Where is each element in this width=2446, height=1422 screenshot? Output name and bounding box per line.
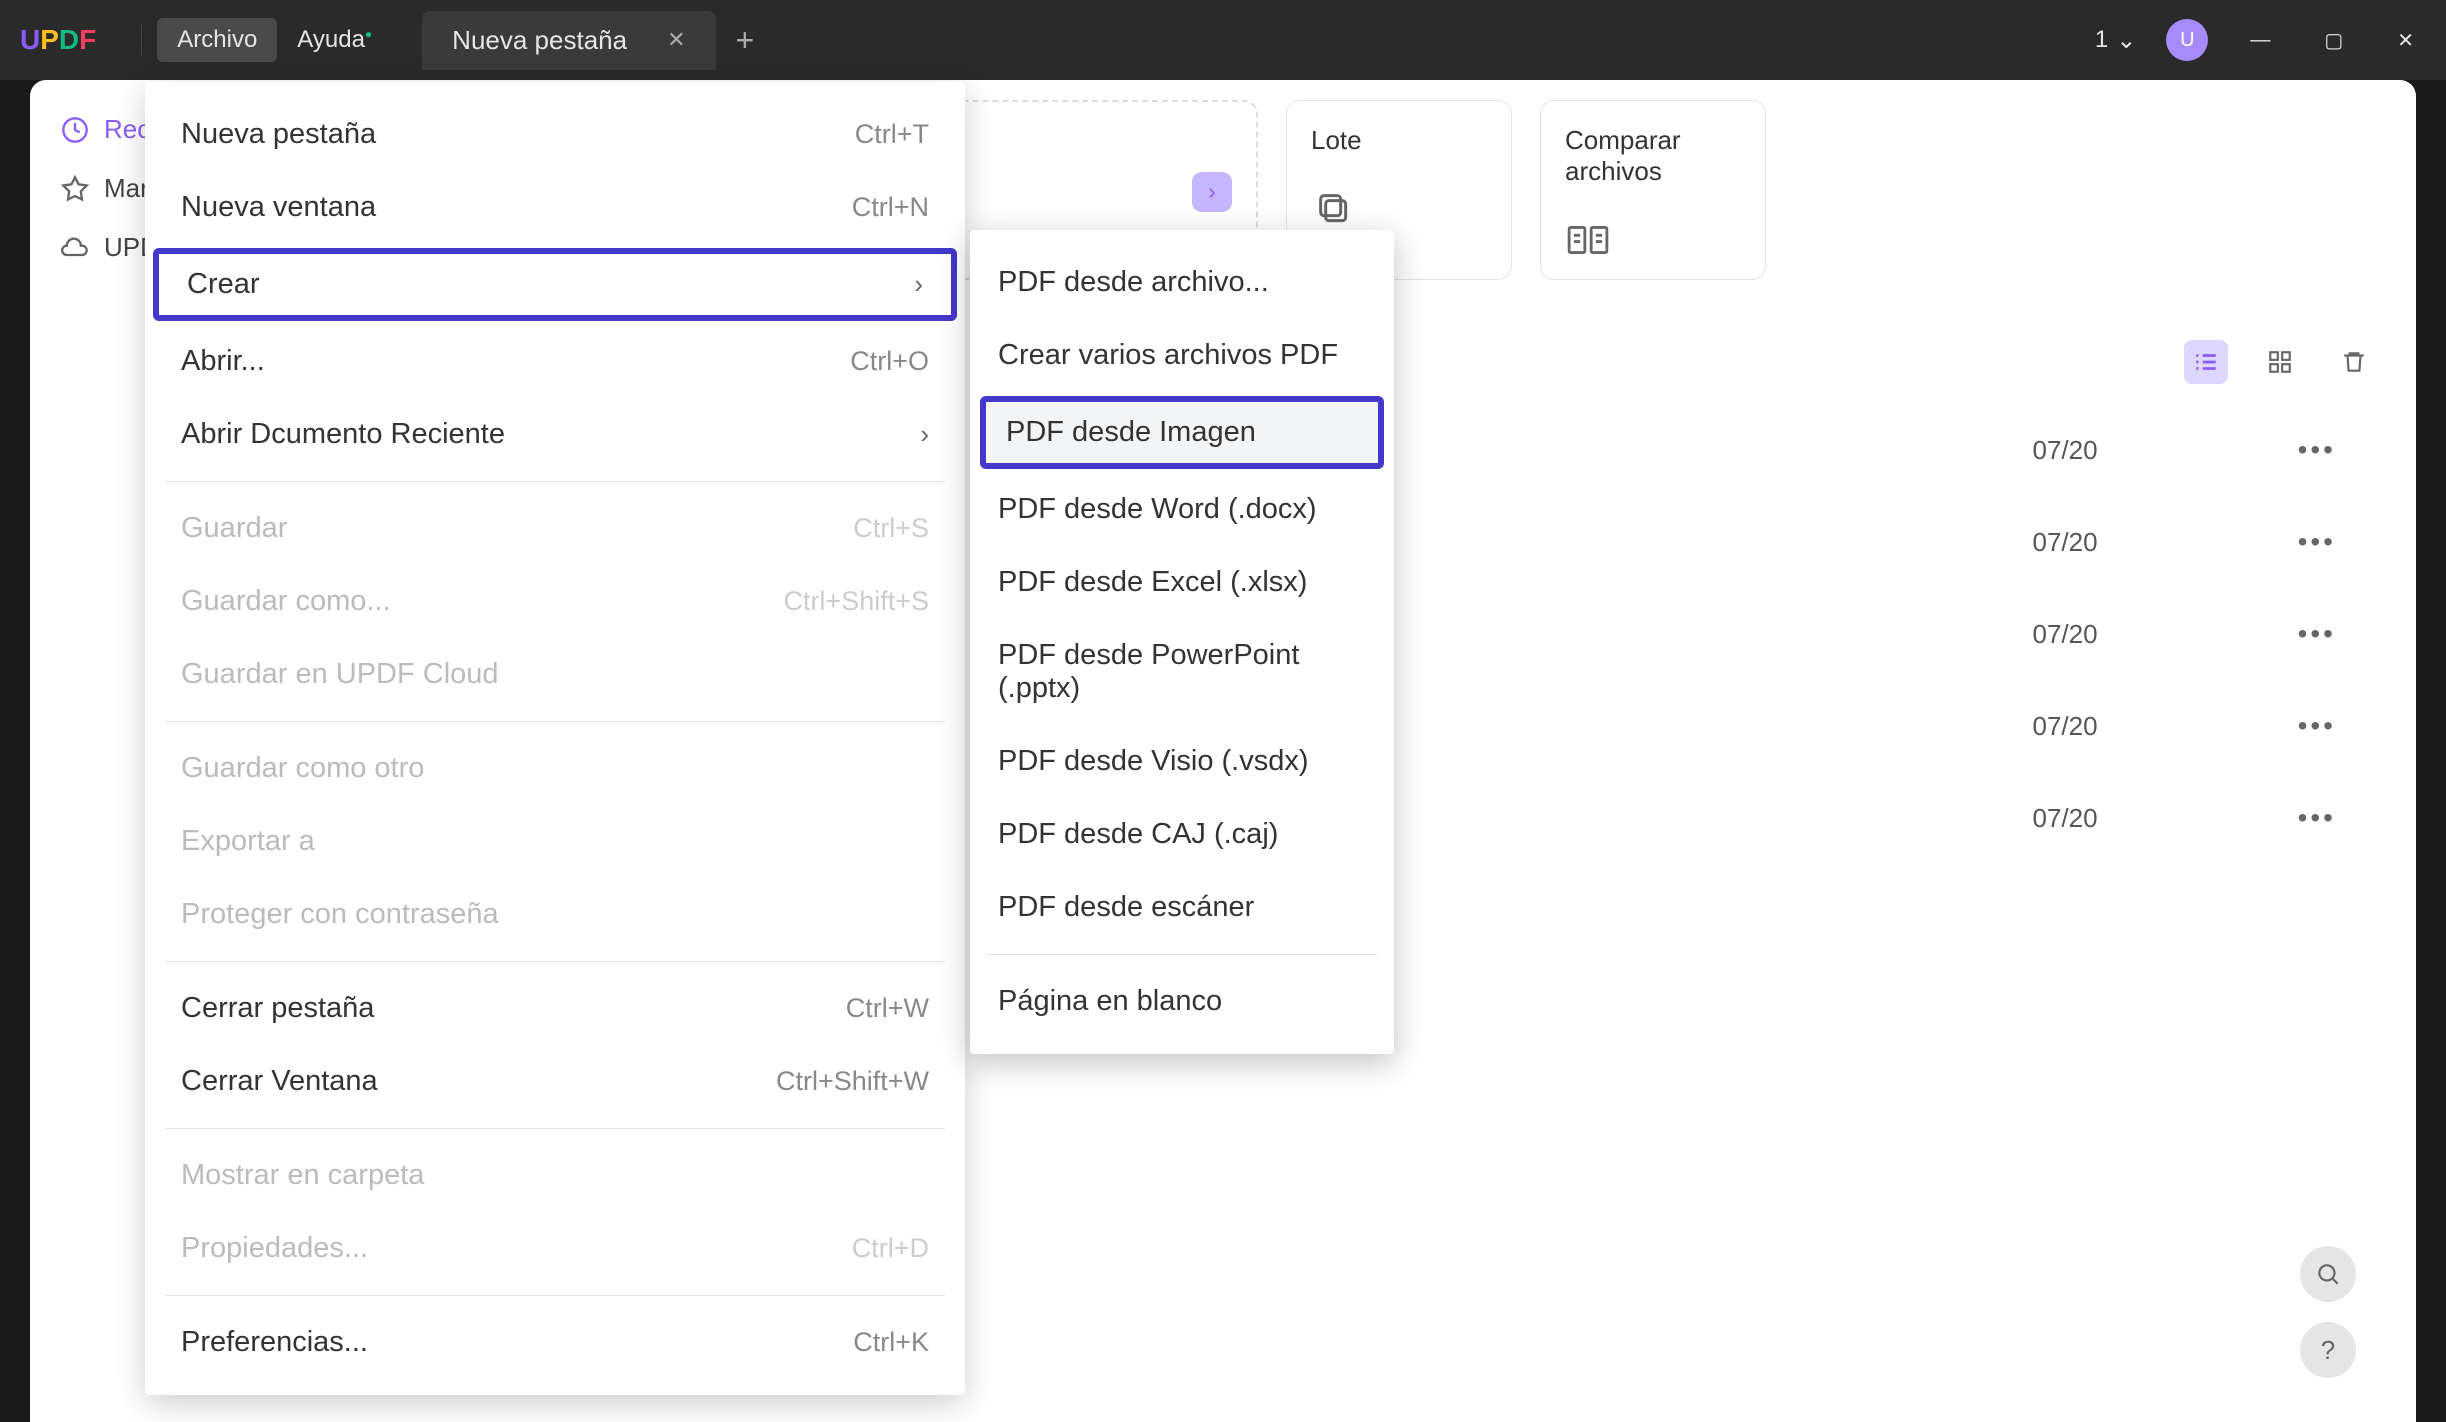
cloud-icon: [60, 233, 90, 263]
divider: [165, 481, 945, 482]
menu-exportar: Exportar a: [145, 805, 965, 878]
search-fab[interactable]: [2300, 1246, 2356, 1302]
help-fab[interactable]: ?: [2300, 1322, 2356, 1378]
sidebar-item-label: Mar: [104, 173, 149, 204]
shortcut: Ctrl+Shift+S: [783, 586, 929, 617]
file-date: 07/20: [2033, 803, 2098, 834]
submenu-pdf-escaner[interactable]: PDF desde escáner: [970, 871, 1394, 944]
card-action-icon[interactable]: ›: [1192, 172, 1232, 212]
menu-nueva-ventana[interactable]: Nueva ventanaCtrl+N: [145, 171, 965, 244]
grid-view-button[interactable]: [2258, 340, 2302, 384]
chevron-right-icon: ›: [914, 269, 923, 300]
file-date: 07/20: [2033, 435, 2098, 466]
shortcut: Ctrl+W: [846, 993, 929, 1024]
menu-abrir[interactable]: Abrir...Ctrl+O: [145, 325, 965, 398]
tab-label: Nueva pestaña: [452, 25, 627, 56]
more-icon[interactable]: •••: [2298, 710, 2336, 742]
submenu-pagina-blanco[interactable]: Página en blanco: [970, 965, 1394, 1038]
file-date: 07/20: [2033, 711, 2098, 742]
chevron-right-icon: ›: [920, 419, 929, 450]
star-icon: [60, 174, 90, 204]
more-icon[interactable]: •••: [2298, 434, 2336, 466]
menu-abrir-reciente[interactable]: Abrir Dcumento Reciente›: [145, 398, 965, 471]
clock-icon: [60, 115, 90, 145]
more-icon[interactable]: •••: [2298, 802, 2336, 834]
divider: [986, 954, 1378, 955]
menu-guardar: GuardarCtrl+S: [145, 492, 965, 565]
delete-button[interactable]: [2332, 340, 2376, 384]
menu-ayuda[interactable]: Ayuda●: [277, 18, 392, 62]
menu-nueva-pestana[interactable]: Nueva pestañaCtrl+T: [145, 98, 965, 171]
more-icon[interactable]: •••: [2298, 618, 2336, 650]
submenu-pdf-archivo[interactable]: PDF desde archivo...: [970, 246, 1394, 319]
menu-proteger: Proteger con contraseña: [145, 878, 965, 951]
submenu-pdf-caj[interactable]: PDF desde CAJ (.caj): [970, 798, 1394, 871]
close-icon[interactable]: ✕: [667, 27, 685, 53]
app-logo: UPDF: [20, 24, 96, 56]
tab-counter[interactable]: 1 ⌄: [2095, 26, 2136, 55]
menu-guardar-cloud: Guardar en UPDF Cloud: [145, 638, 965, 711]
shortcut: Ctrl+D: [852, 1233, 929, 1264]
crear-submenu: PDF desde archivo... Crear varios archiv…: [970, 230, 1394, 1054]
chevron-down-icon: ⌄: [2116, 26, 2136, 55]
menu-mostrar-carpeta: Mostrar en carpeta: [145, 1139, 965, 1212]
archivo-dropdown: Nueva pestañaCtrl+T Nueva ventanaCtrl+N …: [145, 82, 965, 1395]
add-tab-button[interactable]: +: [736, 22, 755, 59]
batch-icon: [1311, 186, 1357, 232]
minimize-button[interactable]: —: [2238, 21, 2282, 60]
submenu-crear-varios[interactable]: Crear varios archivos PDF: [970, 319, 1394, 392]
menu-archivo[interactable]: Archivo: [157, 18, 277, 62]
menu-guardar-como: Guardar como...Ctrl+Shift+S: [145, 565, 965, 638]
divider: [141, 25, 142, 55]
close-window-button[interactable]: ✕: [2385, 20, 2426, 61]
tab-nueva-pestana[interactable]: Nueva pestaña ✕: [422, 11, 715, 70]
shortcut: Ctrl+S: [853, 513, 929, 544]
titlebar: UPDF Archivo Ayuda● Nueva pestaña ✕ + 1 …: [0, 0, 2446, 80]
divider: [165, 1128, 945, 1129]
file-date: 07/20: [2033, 619, 2098, 650]
submenu-pdf-powerpoint[interactable]: PDF desde PowerPoint (.pptx): [970, 619, 1394, 725]
compare-icon: [1565, 217, 1611, 263]
shortcut: Ctrl+O: [850, 346, 929, 377]
menu-cerrar-pestana[interactable]: Cerrar pestañaCtrl+W: [145, 972, 965, 1045]
divider: [165, 1295, 945, 1296]
menu-cerrar-ventana[interactable]: Cerrar VentanaCtrl+Shift+W: [145, 1045, 965, 1118]
avatar[interactable]: U: [2166, 19, 2208, 61]
list-view-button[interactable]: [2184, 340, 2228, 384]
submenu-pdf-excel[interactable]: PDF desde Excel (.xlsx): [970, 546, 1394, 619]
menu-propiedades: Propiedades...Ctrl+D: [145, 1212, 965, 1285]
submenu-pdf-word[interactable]: PDF desde Word (.docx): [970, 473, 1394, 546]
shortcut: Ctrl+Shift+W: [776, 1066, 929, 1097]
divider: [165, 721, 945, 722]
shortcut: Ctrl+N: [852, 192, 929, 223]
divider: [165, 961, 945, 962]
menu-crear[interactable]: Crear›: [153, 248, 957, 321]
shortcut: Ctrl+T: [855, 119, 929, 150]
card-comparar[interactable]: Comparar archivos: [1540, 100, 1766, 280]
menu-preferencias[interactable]: Preferencias...Ctrl+K: [145, 1306, 965, 1379]
submenu-pdf-visio[interactable]: PDF desde Visio (.vsdx): [970, 725, 1394, 798]
maximize-button[interactable]: ▢: [2312, 20, 2355, 61]
menu-guardar-otro: Guardar como otro: [145, 732, 965, 805]
card-title: Comparar archivos: [1565, 125, 1741, 187]
submenu-pdf-imagen[interactable]: PDF desde Imagen: [980, 396, 1384, 469]
card-title: Lote: [1311, 125, 1487, 156]
file-date: 07/20: [2033, 527, 2098, 558]
more-icon[interactable]: •••: [2298, 526, 2336, 558]
shortcut: Ctrl+K: [853, 1327, 929, 1358]
